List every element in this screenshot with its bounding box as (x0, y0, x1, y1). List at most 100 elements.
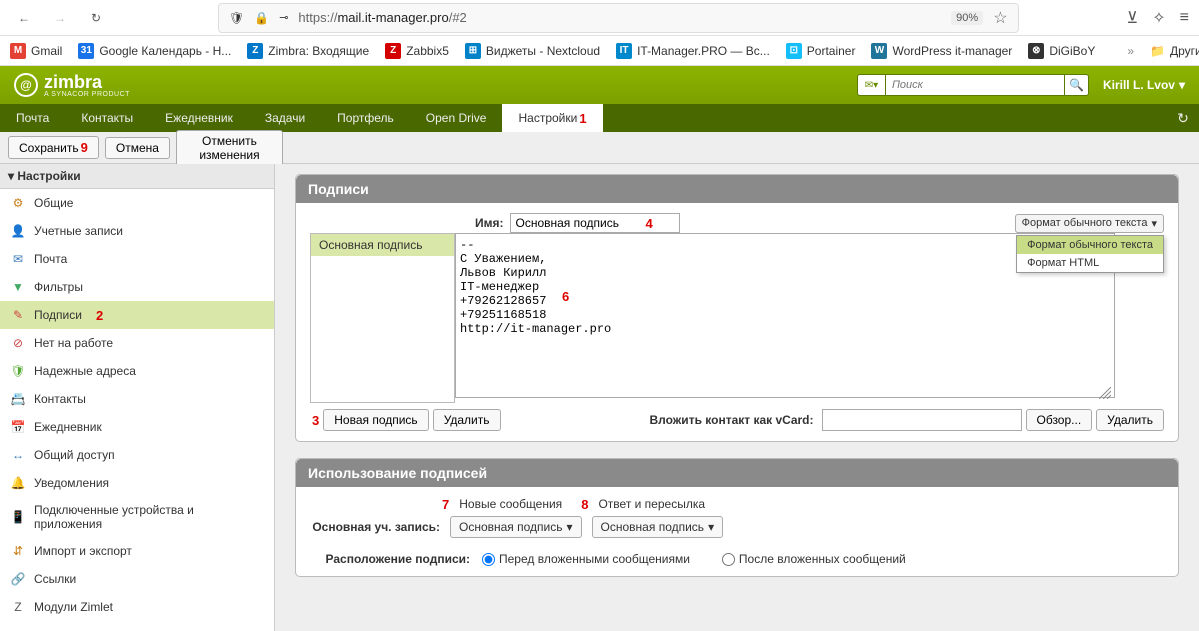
sidebar-item[interactable]: ZМодули Zimlet (0, 593, 274, 621)
bookmark-favicon: Z (247, 43, 263, 59)
sidebar-item[interactable]: ⇵Импорт и экспорт (0, 537, 274, 565)
user-menu[interactable]: Kirill L. Lvov▾ (1103, 78, 1185, 92)
bookmark-star-icon[interactable]: ☆ (993, 8, 1007, 28)
undo-changes-button[interactable]: Отменить изменения (176, 130, 283, 166)
resize-handle-icon[interactable] (1099, 387, 1111, 399)
sidebar-item-icon: 👤 (10, 223, 26, 239)
extensions-icon[interactable]: ✧ (1152, 8, 1165, 28)
bookmark-item[interactable]: 31Google Календарь - Н... (78, 43, 231, 59)
vcard-delete-button[interactable]: Удалить (1096, 409, 1164, 431)
sidebar-item-label: Надежные адреса (34, 364, 136, 378)
radio-before[interactable]: Перед вложенными сообщениями (482, 552, 690, 566)
sidebar-item[interactable]: 📇Контакты (0, 385, 274, 413)
other-bookmarks[interactable]: 📁 Другие закладки (1150, 44, 1199, 58)
bookmarks-overflow-icon[interactable]: » (1127, 44, 1134, 58)
bookmark-item[interactable]: ITIT-Manager.PRO — Вс... (616, 43, 770, 59)
bookmark-item[interactable]: ZZabbix5 (385, 43, 449, 59)
main-nav: ПочтаКонтактыЕжедневникЗадачиПортфельOpe… (0, 104, 1199, 132)
format-option-plain[interactable]: Формат обычного текста (1017, 236, 1163, 254)
nav-tab[interactable]: Контакты (65, 104, 149, 132)
sidebar-item-label: Нет на работе (34, 336, 113, 350)
bookmark-item[interactable]: WWordPress it-manager (871, 43, 1012, 59)
sidebar-item-icon: 📅 (10, 419, 26, 435)
nav-tab[interactable]: Ежедневник (149, 104, 249, 132)
sidebar-item[interactable]: 📱Подключенные устройства и приложения (0, 497, 274, 537)
zimbra-logo[interactable]: @ zimbra A SYNACOR PRODUCT (14, 72, 130, 98)
bookmarks-bar: MGmail 31Google Календарь - Н... ZZimbra: … (0, 36, 1199, 66)
annotation-3: 3 (312, 413, 319, 428)
preferences-sidebar: ▾ Настройки ⚙Общие👤Учетные записи✉Почта▼… (0, 164, 275, 631)
search-scope-dropdown[interactable]: ✉▾ (857, 74, 885, 96)
bookmark-item[interactable]: MGmail (10, 43, 62, 59)
new-signature-button[interactable]: Новая подпись (323, 409, 428, 431)
nav-tab[interactable]: Настройки1 (502, 104, 602, 132)
logo-icon: @ (14, 73, 38, 97)
sidebar-item-icon: 🛡 (10, 363, 26, 379)
sidebar-item[interactable]: ✎Подписи2 (0, 301, 274, 329)
radio-before-input[interactable] (482, 553, 495, 566)
annotation-2: 2 (96, 308, 103, 323)
search-input[interactable] (885, 74, 1065, 96)
bookmark-item[interactable]: ⊡Portainer (786, 43, 856, 59)
radio-after-input[interactable] (722, 553, 735, 566)
cancel-button[interactable]: Отмена (105, 137, 170, 159)
back-button[interactable]: ← (10, 4, 38, 32)
radio-after[interactable]: После вложенных сообщений (722, 552, 906, 566)
shield-icon: 🛡 (229, 11, 244, 25)
sidebar-item[interactable]: ↔Общий доступ (0, 441, 274, 469)
sidebar-item[interactable]: ⊘ Нет на работе (0, 329, 274, 357)
annotation-7: 7 (442, 497, 449, 512)
reload-button[interactable]: ↻ (82, 4, 110, 32)
refresh-button[interactable]: ↻ (1167, 104, 1199, 132)
downloads-icon[interactable]: ⊻ (1127, 8, 1139, 28)
sidebar-item-label: Учетные записи (34, 224, 123, 238)
signature-name-input[interactable] (510, 213, 680, 233)
sidebar-item[interactable]: ▼ Фильтры (0, 273, 274, 301)
sidebar-item[interactable]: 🔔Уведомления (0, 469, 274, 497)
sidebar-item-icon: ⊘ (10, 335, 26, 351)
bookmark-item[interactable]: ⊗DiGiBoY (1028, 43, 1095, 59)
search-button[interactable]: 🔍 (1065, 74, 1089, 96)
sidebar-item-label: Подключенные устройства и приложения (34, 503, 264, 531)
vcard-input[interactable] (822, 409, 1022, 431)
format-option-html[interactable]: Формат HTML (1017, 254, 1163, 272)
url-text: https://mail.it-manager.pro/#2 (298, 10, 941, 25)
sidebar-item[interactable]: 🛡 Надежные адреса (0, 357, 274, 385)
nav-tab[interactable]: Почта (0, 104, 65, 132)
nav-tab[interactable]: Портфель (321, 104, 410, 132)
url-bar[interactable]: 🛡 🔒 ⊸ https://mail.it-manager.pro/#2 90%… (218, 3, 1019, 33)
zoom-badge[interactable]: 90% (951, 11, 983, 25)
save-button[interactable]: Сохранить9 (8, 136, 99, 159)
signature-list-item[interactable]: Основная подпись (311, 234, 454, 256)
sidebar-item[interactable]: 📅Ежедневник (0, 413, 274, 441)
delete-signature-button[interactable]: Удалить (433, 409, 501, 431)
nav-tab[interactable]: Open Drive (410, 104, 503, 132)
nav-tab[interactable]: Задачи (249, 104, 321, 132)
reply-signature-dropdown[interactable]: Основная подпись▾ (592, 516, 724, 538)
sidebar-item[interactable]: 🔗Ссылки (0, 565, 274, 593)
sidebar-item[interactable]: 👤 Учетные записи (0, 217, 274, 245)
bookmark-item[interactable]: ⊞Виджеты - Nextcloud (465, 43, 600, 59)
panel-title-usage: Использование подписей (296, 459, 1178, 487)
bookmark-item[interactable]: ZZimbra: Входящие (247, 43, 369, 59)
signature-list: Основная подпись (310, 233, 455, 403)
new-msg-signature-dropdown[interactable]: Основная подпись▾ (450, 516, 582, 538)
format-dropdown[interactable]: Формат обычного текста▾ (1015, 214, 1164, 233)
sidebar-item-label: Фильтры (34, 280, 83, 294)
sidebar-heading[interactable]: ▾ Настройки (0, 164, 274, 189)
sidebar-item[interactable]: ⚙Общие (0, 189, 274, 217)
lock-icon: 🔒 (254, 11, 269, 25)
bookmark-favicon: IT (616, 43, 632, 59)
sidebar-item-icon: 🔔 (10, 475, 26, 491)
sidebar-item[interactable]: ✉Почта (0, 245, 274, 273)
sidebar-item-icon: ▼ (10, 279, 26, 295)
bookmark-favicon: ⊡ (786, 43, 802, 59)
annotation-1: 1 (579, 111, 586, 126)
browse-button[interactable]: Обзор... (1026, 409, 1093, 431)
col-reply-label: Ответ и пересылка (598, 497, 705, 512)
menu-icon[interactable]: ≡ (1180, 9, 1189, 27)
sidebar-item-label: Ссылки (34, 572, 76, 586)
col-new-label: Новые сообщения (459, 497, 569, 512)
chevron-down-icon: ▾ (1151, 217, 1157, 230)
usage-panel: Использование подписей 7 Новые сообщения… (295, 458, 1179, 577)
